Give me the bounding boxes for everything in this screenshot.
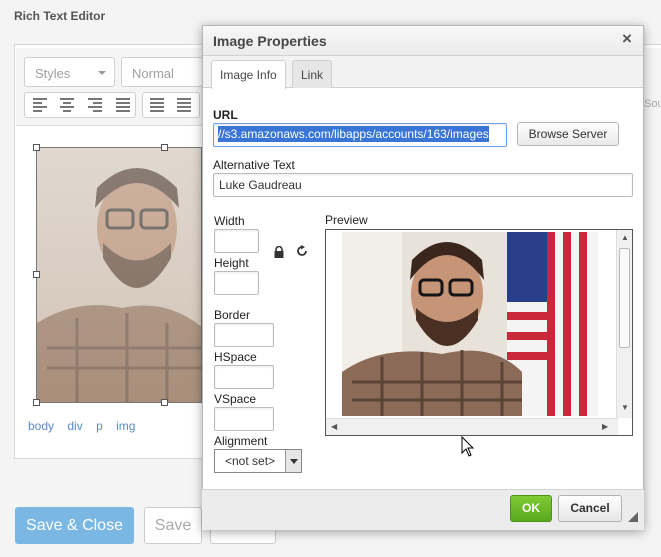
scroll-up-icon[interactable]: ▲	[621, 233, 629, 242]
path-item-img[interactable]: img	[116, 419, 135, 433]
align-justify-icon[interactable]	[116, 98, 130, 112]
scroll-down-icon[interactable]: ▼	[621, 403, 629, 412]
preview-vertical-scrollbar[interactable]: ▲ ▼	[616, 230, 632, 418]
resize-handle[interactable]	[161, 144, 168, 151]
bulleted-list-icon[interactable]	[177, 98, 191, 112]
tab-image-info[interactable]: Image Info	[211, 60, 286, 89]
align-center-icon[interactable]	[60, 98, 74, 112]
preview-label: Preview	[325, 213, 368, 227]
browse-server-button[interactable]: Browse Server	[517, 122, 619, 146]
alt-text-field[interactable]: Luke Gaudreau	[213, 173, 633, 197]
alignment-select[interactable]: <not set>	[214, 449, 302, 473]
border-field[interactable]	[214, 323, 274, 347]
url-value: //s3.amazonaws.com/libapps/accounts/163/…	[218, 126, 489, 142]
preview-image	[342, 232, 598, 416]
list-button-group	[142, 92, 200, 118]
align-left-icon[interactable]	[33, 98, 47, 112]
dialog-header[interactable]: Image Properties ×	[203, 26, 643, 56]
hspace-label: HSpace	[214, 350, 257, 364]
resize-handle[interactable]	[33, 144, 40, 151]
url-field[interactable]: //s3.amazonaws.com/libapps/accounts/163/…	[213, 123, 507, 147]
format-combo-label: Normal	[132, 66, 174, 81]
save-button[interactable]: Save	[144, 507, 202, 544]
preview-horizontal-scrollbar[interactable]: ◀ ▶	[326, 418, 618, 435]
tab-label: Image Info	[220, 68, 277, 82]
numbered-list-icon[interactable]	[150, 98, 164, 112]
element-path-bar: body div p img	[28, 419, 145, 433]
preview-pane: ▲ ▼ ◀ ▶	[325, 229, 633, 436]
tab-label: Link	[301, 68, 324, 82]
toolbar-overflow: Sou	[644, 60, 661, 480]
editor-content-image[interactable]	[36, 147, 202, 403]
height-field[interactable]	[214, 271, 259, 295]
vspace-field[interactable]	[214, 407, 274, 431]
border-label: Border	[214, 308, 251, 322]
height-label: Height	[214, 256, 249, 270]
resize-handle[interactable]	[33, 399, 40, 406]
resize-handle[interactable]	[33, 271, 40, 278]
editor-title: Rich Text Editor	[14, 9, 106, 23]
tab-link[interactable]: Link	[292, 60, 333, 88]
dialog-title: Image Properties	[213, 33, 327, 49]
styles-combo-label: Styles	[35, 66, 71, 81]
chevron-down-icon[interactable]	[285, 450, 301, 472]
reset-size-icon[interactable]	[296, 245, 308, 257]
path-item-body[interactable]: body	[28, 419, 54, 433]
mouse-cursor-icon	[461, 436, 475, 457]
close-icon[interactable]: ×	[619, 30, 635, 47]
save-close-button[interactable]: Save & Close	[15, 507, 134, 544]
source-button-label[interactable]: Sou	[644, 98, 661, 110]
url-label: URL	[213, 108, 238, 122]
scroll-right-icon[interactable]: ▶	[602, 422, 608, 431]
width-label: Width	[214, 214, 245, 228]
path-item-div[interactable]: div	[67, 419, 82, 433]
vspace-label: VSpace	[214, 392, 257, 406]
cancel-button[interactable]: Cancel	[558, 495, 622, 522]
align-right-icon[interactable]	[88, 98, 102, 112]
lock-icon[interactable]	[274, 246, 284, 258]
scroll-left-icon[interactable]: ◀	[331, 422, 337, 431]
ok-button[interactable]: OK	[510, 495, 552, 522]
dialog-tabs: Image Info Link	[203, 56, 643, 89]
styles-combo[interactable]: Styles	[24, 57, 115, 87]
alignment-value: <not set>	[225, 454, 276, 468]
resize-grip-icon[interactable]	[628, 512, 638, 522]
hspace-field[interactable]	[214, 365, 274, 389]
path-item-p[interactable]: p	[96, 419, 103, 433]
alt-text-label: Alternative Text	[213, 158, 295, 172]
scroll-thumb[interactable]	[619, 248, 630, 348]
alignment-label: Alignment	[214, 434, 268, 448]
resize-handle[interactable]	[161, 399, 168, 406]
align-button-group	[24, 92, 136, 118]
chevron-down-icon	[98, 71, 106, 75]
format-combo[interactable]: Normal	[121, 57, 203, 87]
width-field[interactable]	[214, 229, 259, 253]
